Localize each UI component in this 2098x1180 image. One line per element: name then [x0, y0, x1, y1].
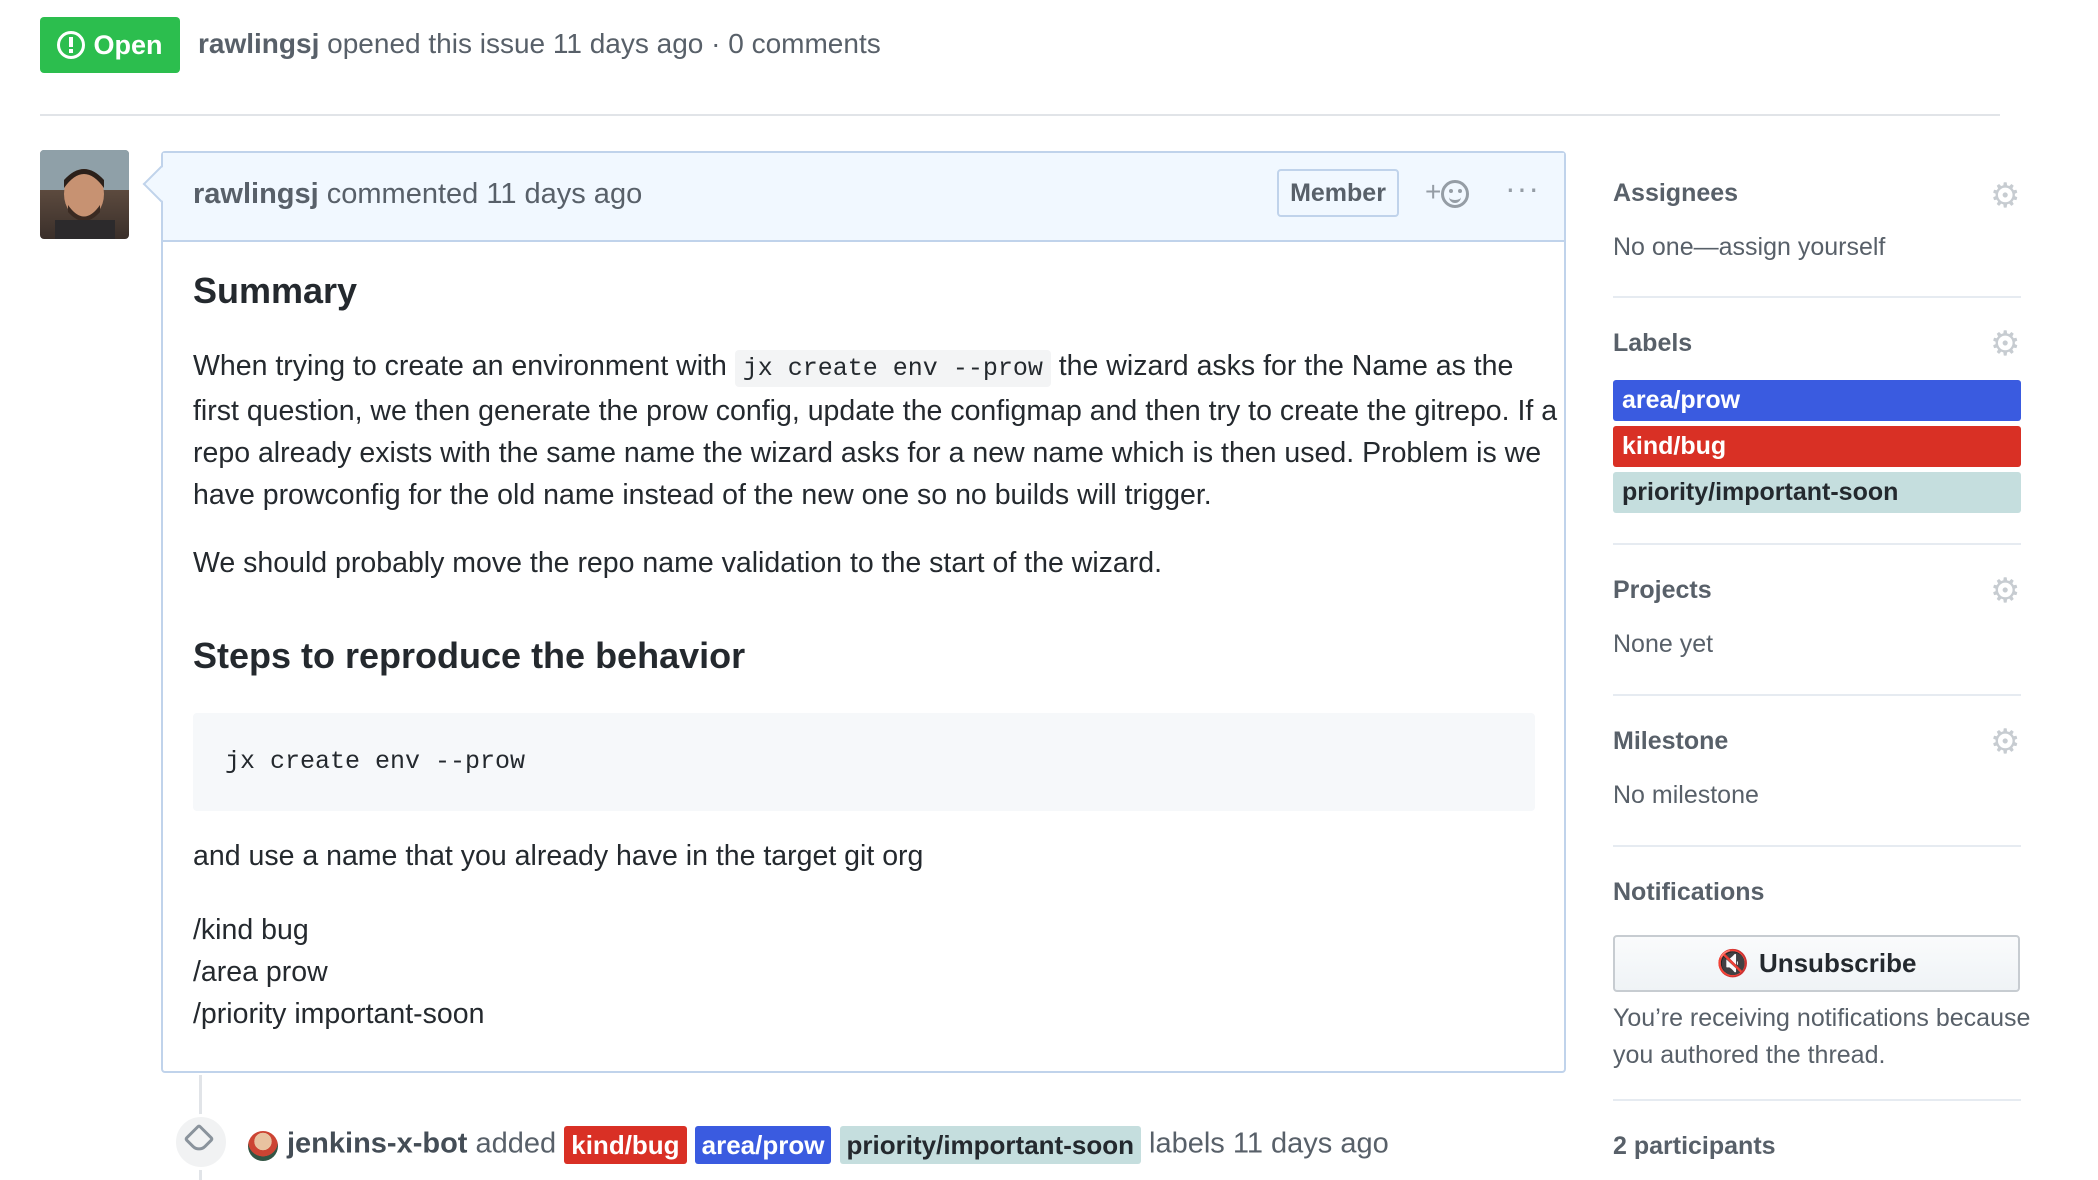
bot-avatar[interactable]: [248, 1131, 278, 1161]
comment-author-link[interactable]: rawlingsj: [193, 178, 319, 210]
sidebar-divider: [1613, 845, 2021, 847]
sidebar-divider: [1613, 296, 2021, 298]
event-label-kind-bug[interactable]: kind/bug: [564, 1126, 687, 1164]
mute-icon: 🔇: [1716, 948, 1749, 978]
author-avatar[interactable]: [40, 150, 129, 239]
issue-opened-icon: [57, 31, 86, 59]
add-reaction-button[interactable]: +: [1425, 176, 1470, 208]
projects-title[interactable]: Projects: [1613, 576, 1712, 605]
labels-gear-icon[interactable]: ⚙: [1990, 327, 2020, 361]
milestone-value: No milestone: [1613, 781, 1759, 809]
issue-state-label: Open: [93, 29, 163, 60]
comment-box: [161, 151, 1566, 1073]
command-area-prow: /area prow: [193, 956, 328, 988]
code-block: jx create env --prow: [193, 713, 1535, 811]
milestone-gear-icon[interactable]: ⚙: [1990, 725, 2020, 759]
unsubscribe-label: Unsubscribe: [1758, 948, 1917, 978]
issue-meta: rawlingsj opened this issue 11 days ago …: [198, 28, 881, 60]
event-verb: added: [475, 1127, 557, 1160]
issue-author-link[interactable]: rawlingsj: [198, 28, 319, 59]
projects-gear-icon[interactable]: ⚙: [1990, 574, 2020, 608]
sidebar-label-area-prow[interactable]: area/prow: [1613, 380, 2021, 421]
assignees-gear-icon[interactable]: ⚙: [1990, 179, 2020, 213]
issue-state-badge: Open: [40, 17, 180, 73]
event-label-priority[interactable]: priority/important-soon: [839, 1126, 1141, 1164]
summary-heading: Summary: [193, 270, 358, 311]
smiley-icon: [1441, 179, 1470, 208]
notifications-title: Notifications: [1613, 878, 1765, 906]
command-kind-bug: /kind bug: [193, 914, 309, 946]
participants-title: 2 participants: [1613, 1132, 1776, 1160]
notification-reason: You’re receiving notifications because y…: [1613, 1004, 2031, 1069]
plus-icon: +: [1425, 176, 1442, 207]
assign-yourself-link[interactable]: No one—assign yourself: [1613, 233, 1885, 262]
comment-paragraph-2: We should probably move the repo name va…: [193, 547, 1163, 579]
inline-code: jx create env --prow: [734, 350, 1051, 387]
assignees-title[interactable]: Assignees: [1613, 179, 1738, 208]
issue-meta-text: opened this issue 11 days ago · 0 commen…: [327, 28, 881, 59]
milestone-title[interactable]: Milestone: [1613, 727, 1728, 756]
paragraph-1-text-a: When trying to create an environment wit…: [193, 350, 727, 382]
sidebar-divider: [1613, 1099, 2021, 1101]
comment-header-text: rawlingsj commented 11 days ago: [193, 178, 642, 211]
member-badge: Member: [1277, 169, 1399, 217]
sidebar-label-priority[interactable]: priority/important-soon: [1613, 472, 2021, 513]
labels-title[interactable]: Labels: [1613, 329, 1692, 358]
sidebar-divider: [1613, 543, 2021, 545]
event-label-area-prow[interactable]: area/prow: [694, 1126, 832, 1164]
steps-heading: Steps to reproduce the behavior: [193, 635, 746, 676]
header-divider: [40, 114, 2000, 116]
unsubscribe-button[interactable]: 🔇 Unsubscribe: [1613, 935, 2020, 992]
command-priority: /priority important-soon: [193, 998, 485, 1030]
event-actor-link[interactable]: jenkins-x-bot: [287, 1128, 467, 1160]
comment-paragraph-3: and use a name that you already have in …: [193, 840, 924, 872]
sidebar-divider: [1613, 694, 2021, 696]
event-suffix: labels 11 days ago: [1149, 1127, 1389, 1160]
sidebar-label-kind-bug[interactable]: kind/bug: [1613, 426, 2021, 467]
comment-paragraph-1: When trying to create an environment wit…: [193, 345, 1563, 516]
more-actions-button[interactable]: ···: [1505, 170, 1540, 207]
projects-value: None yet: [1613, 630, 1714, 658]
comment-timestamp[interactable]: commented 11 days ago: [327, 178, 642, 210]
label-event: jenkins-x-bot added kind/bug area/prow p…: [287, 1126, 1389, 1164]
